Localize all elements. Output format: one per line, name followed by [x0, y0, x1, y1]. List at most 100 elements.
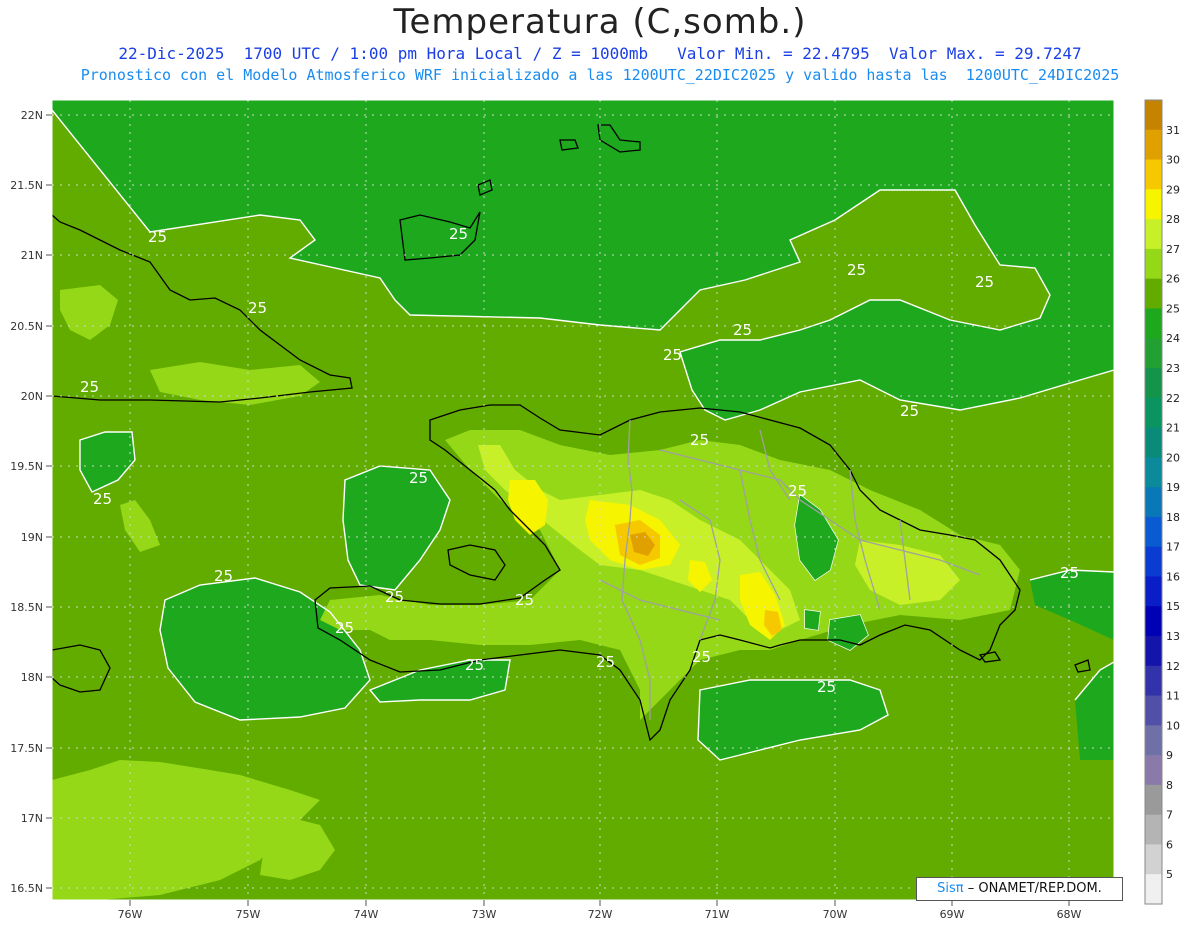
colorbar-swatch [1145, 100, 1162, 131]
contour-label: 25 [449, 225, 468, 243]
colorbar-label: 16 [1166, 570, 1180, 583]
contour-label: 25 [148, 228, 167, 246]
contour-label: 25 [692, 648, 711, 666]
contour-label: 25 [248, 299, 267, 317]
colorbar-swatch [1145, 636, 1162, 667]
lat-label: 17.5N [10, 742, 43, 755]
colorbar-swatch [1145, 665, 1162, 697]
colorbar-label: 29 [1166, 183, 1180, 196]
contour-label: 25 [900, 402, 919, 420]
lat-label: 22N [21, 109, 43, 122]
contour-label: 25 [788, 482, 807, 500]
colorbar-label: 17 [1166, 541, 1180, 554]
temperature-map: 25 25 25 25 25 25 25 25 25 25 25 25 25 2… [10, 99, 1180, 921]
colorbar-label: 10 [1166, 719, 1180, 732]
colorbar-label: 22 [1166, 392, 1180, 405]
contour-label: 25 [596, 653, 615, 671]
lat-label: 20N [21, 390, 43, 403]
colorbar-label: 18 [1166, 511, 1180, 524]
contour-label: 25 [1060, 564, 1079, 582]
colorbar-swatch [1145, 576, 1162, 607]
colorbar-label: 7 [1166, 809, 1173, 822]
credit-box: Sisπ – ONAMET/REP.DOM. [916, 877, 1123, 901]
colorbar-label: 25 [1166, 302, 1180, 315]
colorbar: 31 30 29 28 27 26 25 24 23 22 21 20 19 18 17 16 15 13 12 11… [1144, 99, 1180, 905]
colorbar-label: 27 [1166, 243, 1180, 256]
colorbar-label: 23 [1166, 362, 1180, 375]
colorbar-swatch [1145, 814, 1162, 846]
lat-label: 21N [21, 249, 43, 262]
lat-label: 20.5N [10, 320, 43, 333]
colorbar-label: 30 [1166, 154, 1180, 167]
colorbar-swatch [1145, 159, 1162, 190]
colorbar-label: 31 [1166, 124, 1180, 137]
colorbar-swatch [1145, 219, 1162, 250]
colorbar-swatch [1145, 844, 1162, 875]
colorbar-label: 11 [1166, 690, 1180, 703]
lon-labels: 76W 75W 74W 73W 72W 71W 70W 69W 68W [118, 908, 1082, 921]
contour-label: 25 [385, 588, 404, 606]
contour-label: 25 [93, 490, 112, 508]
lat-label: 17N [21, 812, 43, 825]
contour-label: 25 [465, 656, 484, 674]
colorbar-label: 28 [1166, 213, 1180, 226]
contour-label: 25 [847, 261, 866, 279]
colorbar-swatch [1145, 516, 1162, 548]
colorbar-swatch [1145, 427, 1162, 458]
contour-label: 25 [663, 346, 682, 364]
colorbar-swatch [1145, 368, 1162, 399]
map-panel: 25 25 25 25 25 25 25 25 25 25 25 25 25 2… [52, 100, 1114, 900]
contour-label: 25 [409, 469, 428, 487]
brand-logo: Sisπ [937, 881, 964, 896]
contour-label: 25 [80, 378, 99, 396]
contour-label: 25 [690, 431, 709, 449]
colorbar-label: 5 [1166, 868, 1173, 881]
colorbar-label: 15 [1166, 600, 1180, 613]
lon-label: 72W [588, 908, 613, 921]
lon-label: 76W [118, 908, 143, 921]
contour-label: 25 [817, 678, 836, 696]
colorbar-label: 21 [1166, 422, 1180, 435]
lat-label: 18.5N [10, 601, 43, 614]
lon-label: 73W [472, 908, 497, 921]
contour-label: 25 [975, 273, 994, 291]
colorbar-label: 8 [1166, 779, 1173, 792]
colorbar-swatch [1145, 546, 1162, 578]
lat-label: 21.5N [10, 179, 43, 192]
colorbar-swatch [1145, 308, 1162, 339]
colorbar-swatch [1145, 874, 1162, 905]
colorbar-label: 13 [1166, 630, 1180, 643]
lon-label: 68W [1057, 908, 1082, 921]
colorbar-swatch [1145, 487, 1162, 518]
colorbar-swatch [1145, 129, 1162, 161]
colorbar-label: 19 [1166, 481, 1180, 494]
colorbar-swatch [1145, 338, 1162, 369]
colorbar-swatch [1145, 397, 1162, 429]
colorbar-swatch [1145, 695, 1162, 726]
lon-label: 69W [940, 908, 965, 921]
colorbar-swatch [1145, 755, 1162, 786]
lat-label: 16.5N [10, 882, 43, 895]
lon-label: 71W [705, 908, 730, 921]
colorbar-swatch [1145, 606, 1162, 637]
colorbar-swatch [1145, 725, 1162, 756]
colorbar-label: 9 [1166, 749, 1173, 762]
lon-label: 75W [236, 908, 261, 921]
contour-zone-24-small [805, 610, 820, 630]
contour-label: 25 [733, 321, 752, 339]
colorbar-label: 6 [1166, 838, 1173, 851]
colorbar-label: 24 [1166, 332, 1180, 345]
credit-text: – ONAMET/REP.DOM. [967, 881, 1102, 896]
colorbar-swatch [1145, 457, 1162, 488]
colorbar-label: 20 [1166, 451, 1180, 464]
contour-label: 25 [515, 591, 534, 609]
colorbar-swatch [1145, 278, 1162, 310]
colorbar-swatch [1145, 248, 1162, 280]
contour-label: 25 [335, 619, 354, 637]
lat-labels: 22N 21.5N 21N 20.5N 20N 19.5N 19N 18.5N … [10, 109, 43, 895]
colorbar-label: 26 [1166, 273, 1180, 286]
colorbar-label: 12 [1166, 660, 1180, 673]
colorbar-swatch [1145, 784, 1162, 816]
lat-label: 19.5N [10, 460, 43, 473]
lat-label: 18N [21, 671, 43, 684]
